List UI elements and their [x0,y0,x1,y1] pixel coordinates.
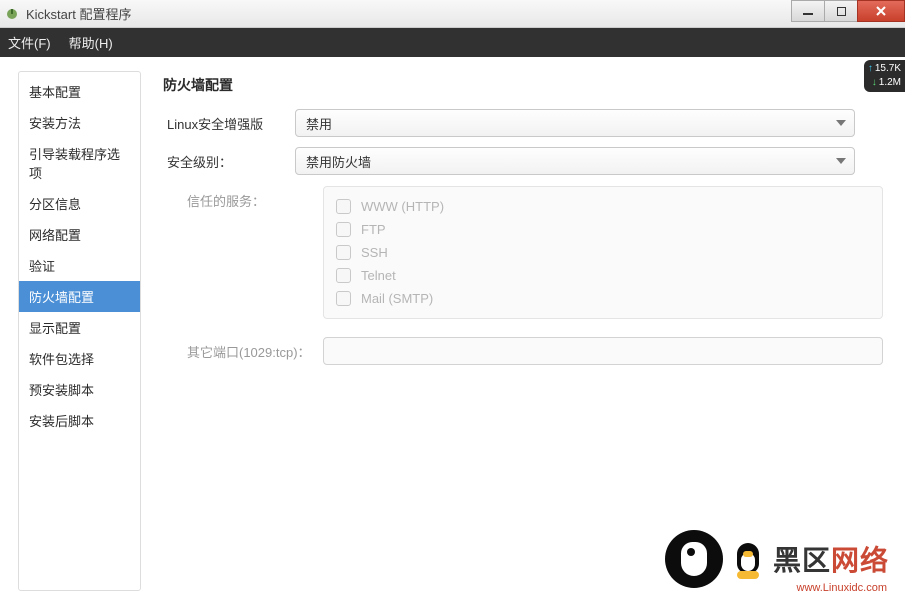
service-label: SSH [361,245,388,260]
sidebar: 基本配置 安装方法 引导装载程序选项 分区信息 网络配置 验证 防火墙配置 显示… [18,71,141,591]
sidebar-item-label: 引导装载程序选项 [29,147,120,181]
watermark: 黑区网络 [665,530,889,588]
selinux-label: Linux安全增强版 [163,114,295,133]
sidebar-item-firewall[interactable]: 防火墙配置 [19,281,140,312]
service-label: FTP [361,222,386,237]
service-label: Mail (SMTP) [361,291,433,306]
upload-speed: 15.7K [868,62,901,76]
app-icon [4,6,20,22]
service-row-ftp: FTP [336,218,870,241]
security-level-value: 禁用防火墙 [306,152,371,171]
sidebar-item-postscript[interactable]: 安装后脚本 [19,405,140,436]
download-speed: 1.2M [868,76,901,90]
trusted-services-box: WWW (HTTP) FTP SSH Telnet Mail (SMTP) [323,186,883,319]
chevron-down-icon [836,158,846,164]
tux-icon [731,539,765,579]
section-title: 防火墙配置 [163,75,883,95]
network-speed-badge: 15.7K 1.2M [864,60,905,92]
service-row-http: WWW (HTTP) [336,195,870,218]
main-panel: 防火墙配置 Linux安全增强版 禁用 安全级别： 禁用防火墙 信任的服务： W… [141,71,905,598]
titlebar: Kickstart 配置程序 [0,0,905,28]
sidebar-item-partition[interactable]: 分区信息 [19,188,140,219]
service-label: Telnet [361,268,396,283]
security-level-select[interactable]: 禁用防火墙 [295,147,855,175]
sidebar-item-label: 安装后脚本 [29,414,94,429]
service-row-smtp: Mail (SMTP) [336,287,870,310]
checkbox-ssh [336,245,351,260]
sidebar-item-label: 网络配置 [29,228,81,243]
sidebar-item-label: 预安装脚本 [29,383,94,398]
sidebar-item-display[interactable]: 显示配置 [19,312,140,343]
sidebar-item-label: 显示配置 [29,321,81,336]
sidebar-item-label: 基本配置 [29,85,81,100]
row-security-level: 安全级别： 禁用防火墙 [163,147,883,175]
service-row-telnet: Telnet [336,264,870,287]
service-row-ssh: SSH [336,241,870,264]
content-area: 基本配置 安装方法 引导装载程序选项 分区信息 网络配置 验证 防火墙配置 显示… [0,57,905,598]
sidebar-item-packages[interactable]: 软件包选择 [19,343,140,374]
sidebar-item-label: 安装方法 [29,116,81,131]
minimize-button[interactable] [791,0,825,22]
security-level-label: 安全级别： [163,152,295,171]
sidebar-item-label: 防火墙配置 [29,290,94,305]
menu-help[interactable]: 帮助(H) [69,33,113,52]
checkbox-ftp [336,222,351,237]
menubar: 文件(F) 帮助(H) [0,28,905,57]
service-label: WWW (HTTP) [361,199,444,214]
sidebar-item-label: 软件包选择 [29,352,94,367]
sidebar-item-prescript[interactable]: 预安装脚本 [19,374,140,405]
sidebar-item-auth[interactable]: 验证 [19,250,140,281]
trusted-services-label: 信任的服务： [163,185,295,210]
row-other-ports: 其它端口(1029:tcp)： [163,337,883,365]
menu-file[interactable]: 文件(F) [8,33,51,52]
maximize-button[interactable] [824,0,858,22]
window-controls [792,0,905,22]
sidebar-item-bootloader[interactable]: 引导装载程序选项 [19,138,140,188]
row-selinux: Linux安全增强版 禁用 [163,109,883,137]
sidebar-item-label: 验证 [29,259,55,274]
other-ports-input [323,337,883,365]
chevron-down-icon [836,120,846,126]
sidebar-item-install[interactable]: 安装方法 [19,107,140,138]
checkbox-http [336,199,351,214]
checkbox-smtp [336,291,351,306]
sidebar-item-basic[interactable]: 基本配置 [19,76,140,107]
selinux-value: 禁用 [306,114,332,133]
close-button[interactable] [857,0,905,22]
watermark-url: www.Linuxidc.com [797,582,887,594]
window-title: Kickstart 配置程序 [26,4,131,23]
watermark-logo-icon [665,530,723,588]
watermark-text: 黑区网络 [773,539,889,579]
selinux-select[interactable]: 禁用 [295,109,855,137]
sidebar-item-network[interactable]: 网络配置 [19,219,140,250]
checkbox-telnet [336,268,351,283]
other-ports-label: 其它端口(1029:tcp)： [163,342,323,361]
sidebar-item-label: 分区信息 [29,197,81,212]
